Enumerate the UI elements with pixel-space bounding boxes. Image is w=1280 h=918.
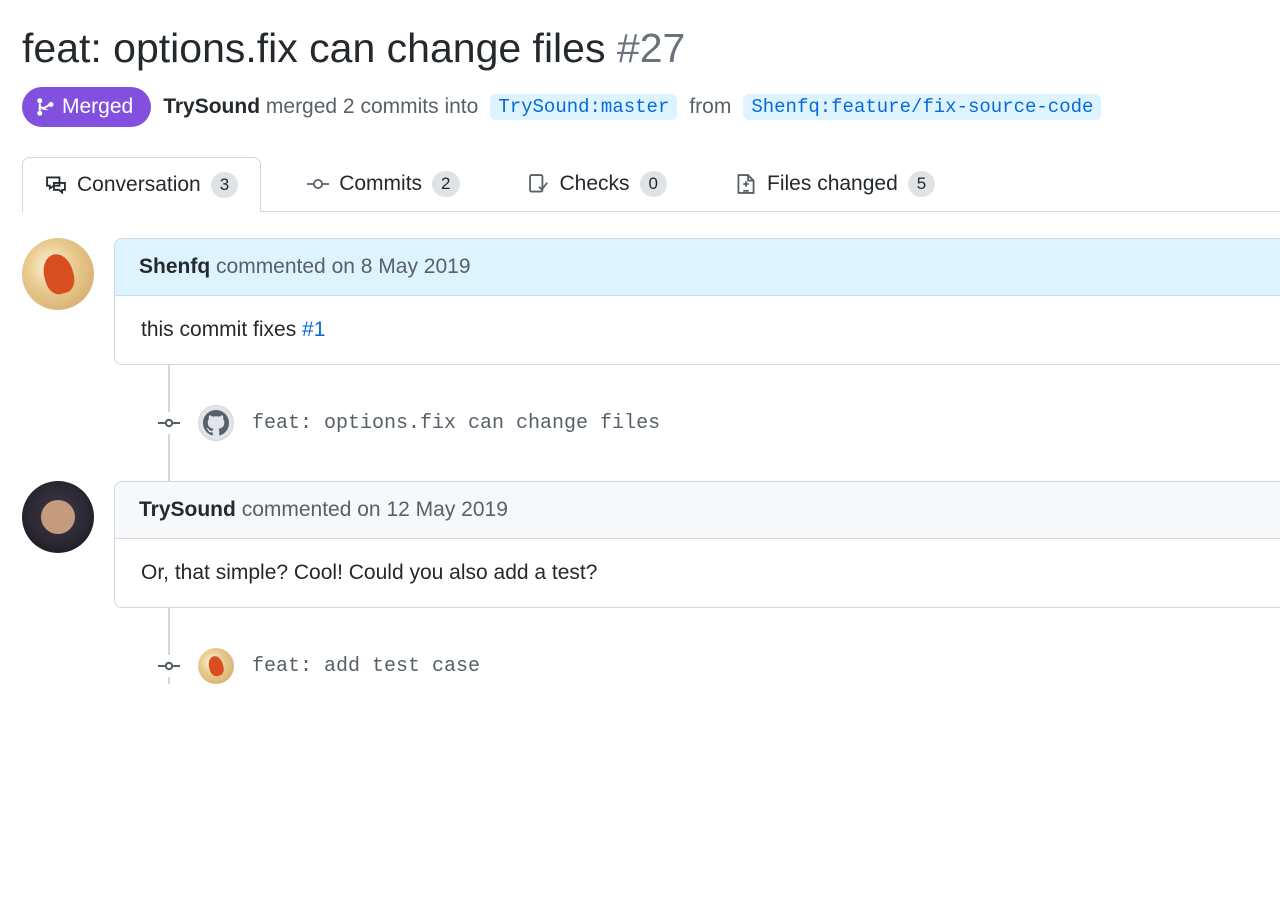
tab-files-label: Files changed — [767, 172, 898, 196]
avatar[interactable] — [22, 481, 94, 553]
comment-header: Shenfq commented on 8 May 2019 — [115, 239, 1280, 296]
pr-title-row: feat: options.fix can change files #27 — [22, 24, 1280, 73]
checklist-icon — [528, 173, 550, 195]
tab-files-count: 5 — [908, 171, 935, 197]
commit-message[interactable]: feat: options.fix can change files — [252, 412, 660, 435]
tab-checks[interactable]: Checks 0 — [506, 157, 690, 211]
comment-block: Shenfq commented on 8 May 2019 this comm… — [22, 238, 1280, 365]
from-word: from — [689, 95, 731, 119]
comment-body: Or, that simple? Cool! Could you also ad… — [115, 539, 1280, 607]
comment-body: this commit fixes #1 — [115, 296, 1280, 364]
comment-box: TrySound commented on 12 May 2019 Or, th… — [114, 481, 1280, 608]
pr-title-text: feat: options.fix can change files — [22, 25, 605, 71]
comment-verb: commented — [242, 498, 352, 521]
comment-verb: commented — [216, 255, 326, 278]
avatar[interactable] — [198, 405, 234, 441]
comment-on-word: on — [357, 498, 380, 521]
merge-summary: TrySound merged 2 commits into — [163, 95, 478, 119]
file-diff-icon — [735, 173, 757, 195]
pr-number: #27 — [617, 25, 685, 71]
commit-dot-icon — [158, 655, 180, 677]
comment-text: Or, that simple? Cool! Could you also ad… — [141, 561, 597, 584]
github-mark-icon — [203, 410, 229, 436]
head-branch[interactable]: Shenfq:feature/fix-source-code — [743, 94, 1101, 120]
tab-conversation-label: Conversation — [77, 173, 201, 197]
comment-date[interactable]: 12 May 2019 — [386, 498, 507, 521]
comment-date[interactable]: 8 May 2019 — [361, 255, 471, 278]
commit-dot-icon — [158, 412, 180, 434]
comment-author[interactable]: TrySound — [139, 498, 236, 521]
tab-commits[interactable]: Commits 2 — [285, 157, 481, 211]
timeline: Shenfq commented on 8 May 2019 this comm… — [22, 238, 1280, 684]
commit-message[interactable]: feat: add test case — [252, 655, 480, 678]
merge-actor[interactable]: TrySound — [163, 95, 260, 118]
base-branch[interactable]: TrySound:master — [490, 94, 677, 120]
pr-title: feat: options.fix can change files #27 — [22, 24, 1280, 73]
avatar[interactable] — [22, 238, 94, 310]
commit-row: feat: options.fix can change files — [22, 405, 1280, 441]
comment-header: TrySound commented on 12 May 2019 — [115, 482, 1280, 539]
state-label: Merged — [62, 95, 133, 119]
state-badge-merged: Merged — [22, 87, 151, 127]
merge-action: merged 2 commits into — [266, 95, 478, 118]
tab-commits-label: Commits — [339, 172, 422, 196]
tab-commits-count: 2 — [432, 171, 459, 197]
git-merge-icon — [36, 97, 56, 117]
comment-block: TrySound commented on 12 May 2019 Or, th… — [22, 481, 1280, 608]
git-commit-icon — [307, 173, 329, 195]
comment-discussion-icon — [45, 174, 67, 196]
tab-files-changed[interactable]: Files changed 5 — [713, 157, 957, 211]
comment-text: this commit fixes — [141, 318, 302, 341]
tabs: Conversation 3 Commits 2 Checks 0 Files … — [22, 157, 1280, 212]
comment-on-word: on — [332, 255, 355, 278]
issue-link[interactable]: #1 — [302, 318, 325, 341]
comment-box: Shenfq commented on 8 May 2019 this comm… — [114, 238, 1280, 365]
comment-author[interactable]: Shenfq — [139, 255, 210, 278]
pr-meta-row: Merged TrySound merged 2 commits into Tr… — [22, 87, 1280, 127]
tab-conversation-count: 3 — [211, 172, 238, 198]
commit-row: feat: add test case — [22, 648, 1280, 684]
tab-conversation[interactable]: Conversation 3 — [22, 157, 261, 212]
tab-checks-label: Checks — [560, 172, 630, 196]
tab-checks-count: 0 — [640, 171, 667, 197]
avatar[interactable] — [198, 648, 234, 684]
